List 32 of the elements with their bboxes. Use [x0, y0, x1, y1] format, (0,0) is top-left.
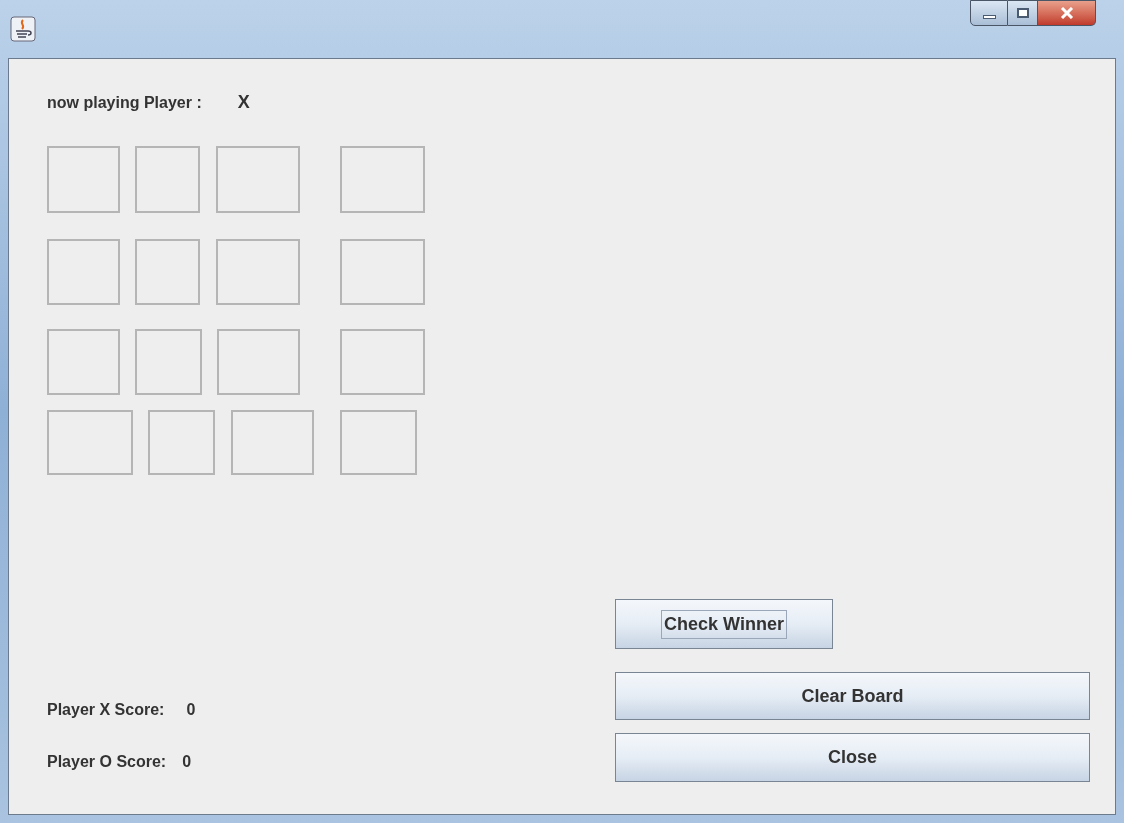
board-cell[interactable] [135, 239, 200, 305]
score-value: 0 [182, 752, 192, 772]
maximize-button[interactable] [1008, 0, 1038, 26]
board-cell[interactable] [216, 146, 300, 213]
board-cell[interactable] [340, 329, 425, 395]
minimize-button[interactable] [970, 0, 1008, 26]
board-cell[interactable] [216, 239, 300, 305]
board-cell[interactable] [135, 146, 200, 213]
score-value: 0 [186, 700, 196, 720]
clear-board-button[interactable]: Clear Board [615, 672, 1090, 720]
board-cell[interactable] [340, 146, 425, 213]
maximize-icon [1016, 8, 1029, 18]
cup-icon [10, 16, 36, 42]
turn-label: now playing Player : [47, 92, 202, 113]
board-cell[interactable] [217, 329, 300, 395]
board-cell[interactable] [47, 239, 120, 305]
close-button[interactable] [1038, 0, 1096, 26]
current-player: X [237, 91, 250, 114]
board-cell[interactable] [148, 410, 215, 475]
close-icon [1059, 7, 1074, 19]
board-cell[interactable] [47, 410, 133, 475]
board-cell[interactable] [231, 410, 314, 475]
board-cell[interactable] [135, 329, 202, 395]
check-winner-button[interactable]: Check Winner [615, 599, 833, 649]
close-button[interactable]: Close [615, 733, 1090, 782]
board-cell[interactable] [47, 329, 120, 395]
board-cell[interactable] [340, 239, 425, 305]
minimize-icon [982, 15, 996, 19]
score-label: Player X Score: [47, 700, 165, 720]
score-label: Player O Score: [47, 752, 167, 772]
board-cell[interactable] [340, 410, 417, 475]
board-cell[interactable] [47, 146, 120, 213]
